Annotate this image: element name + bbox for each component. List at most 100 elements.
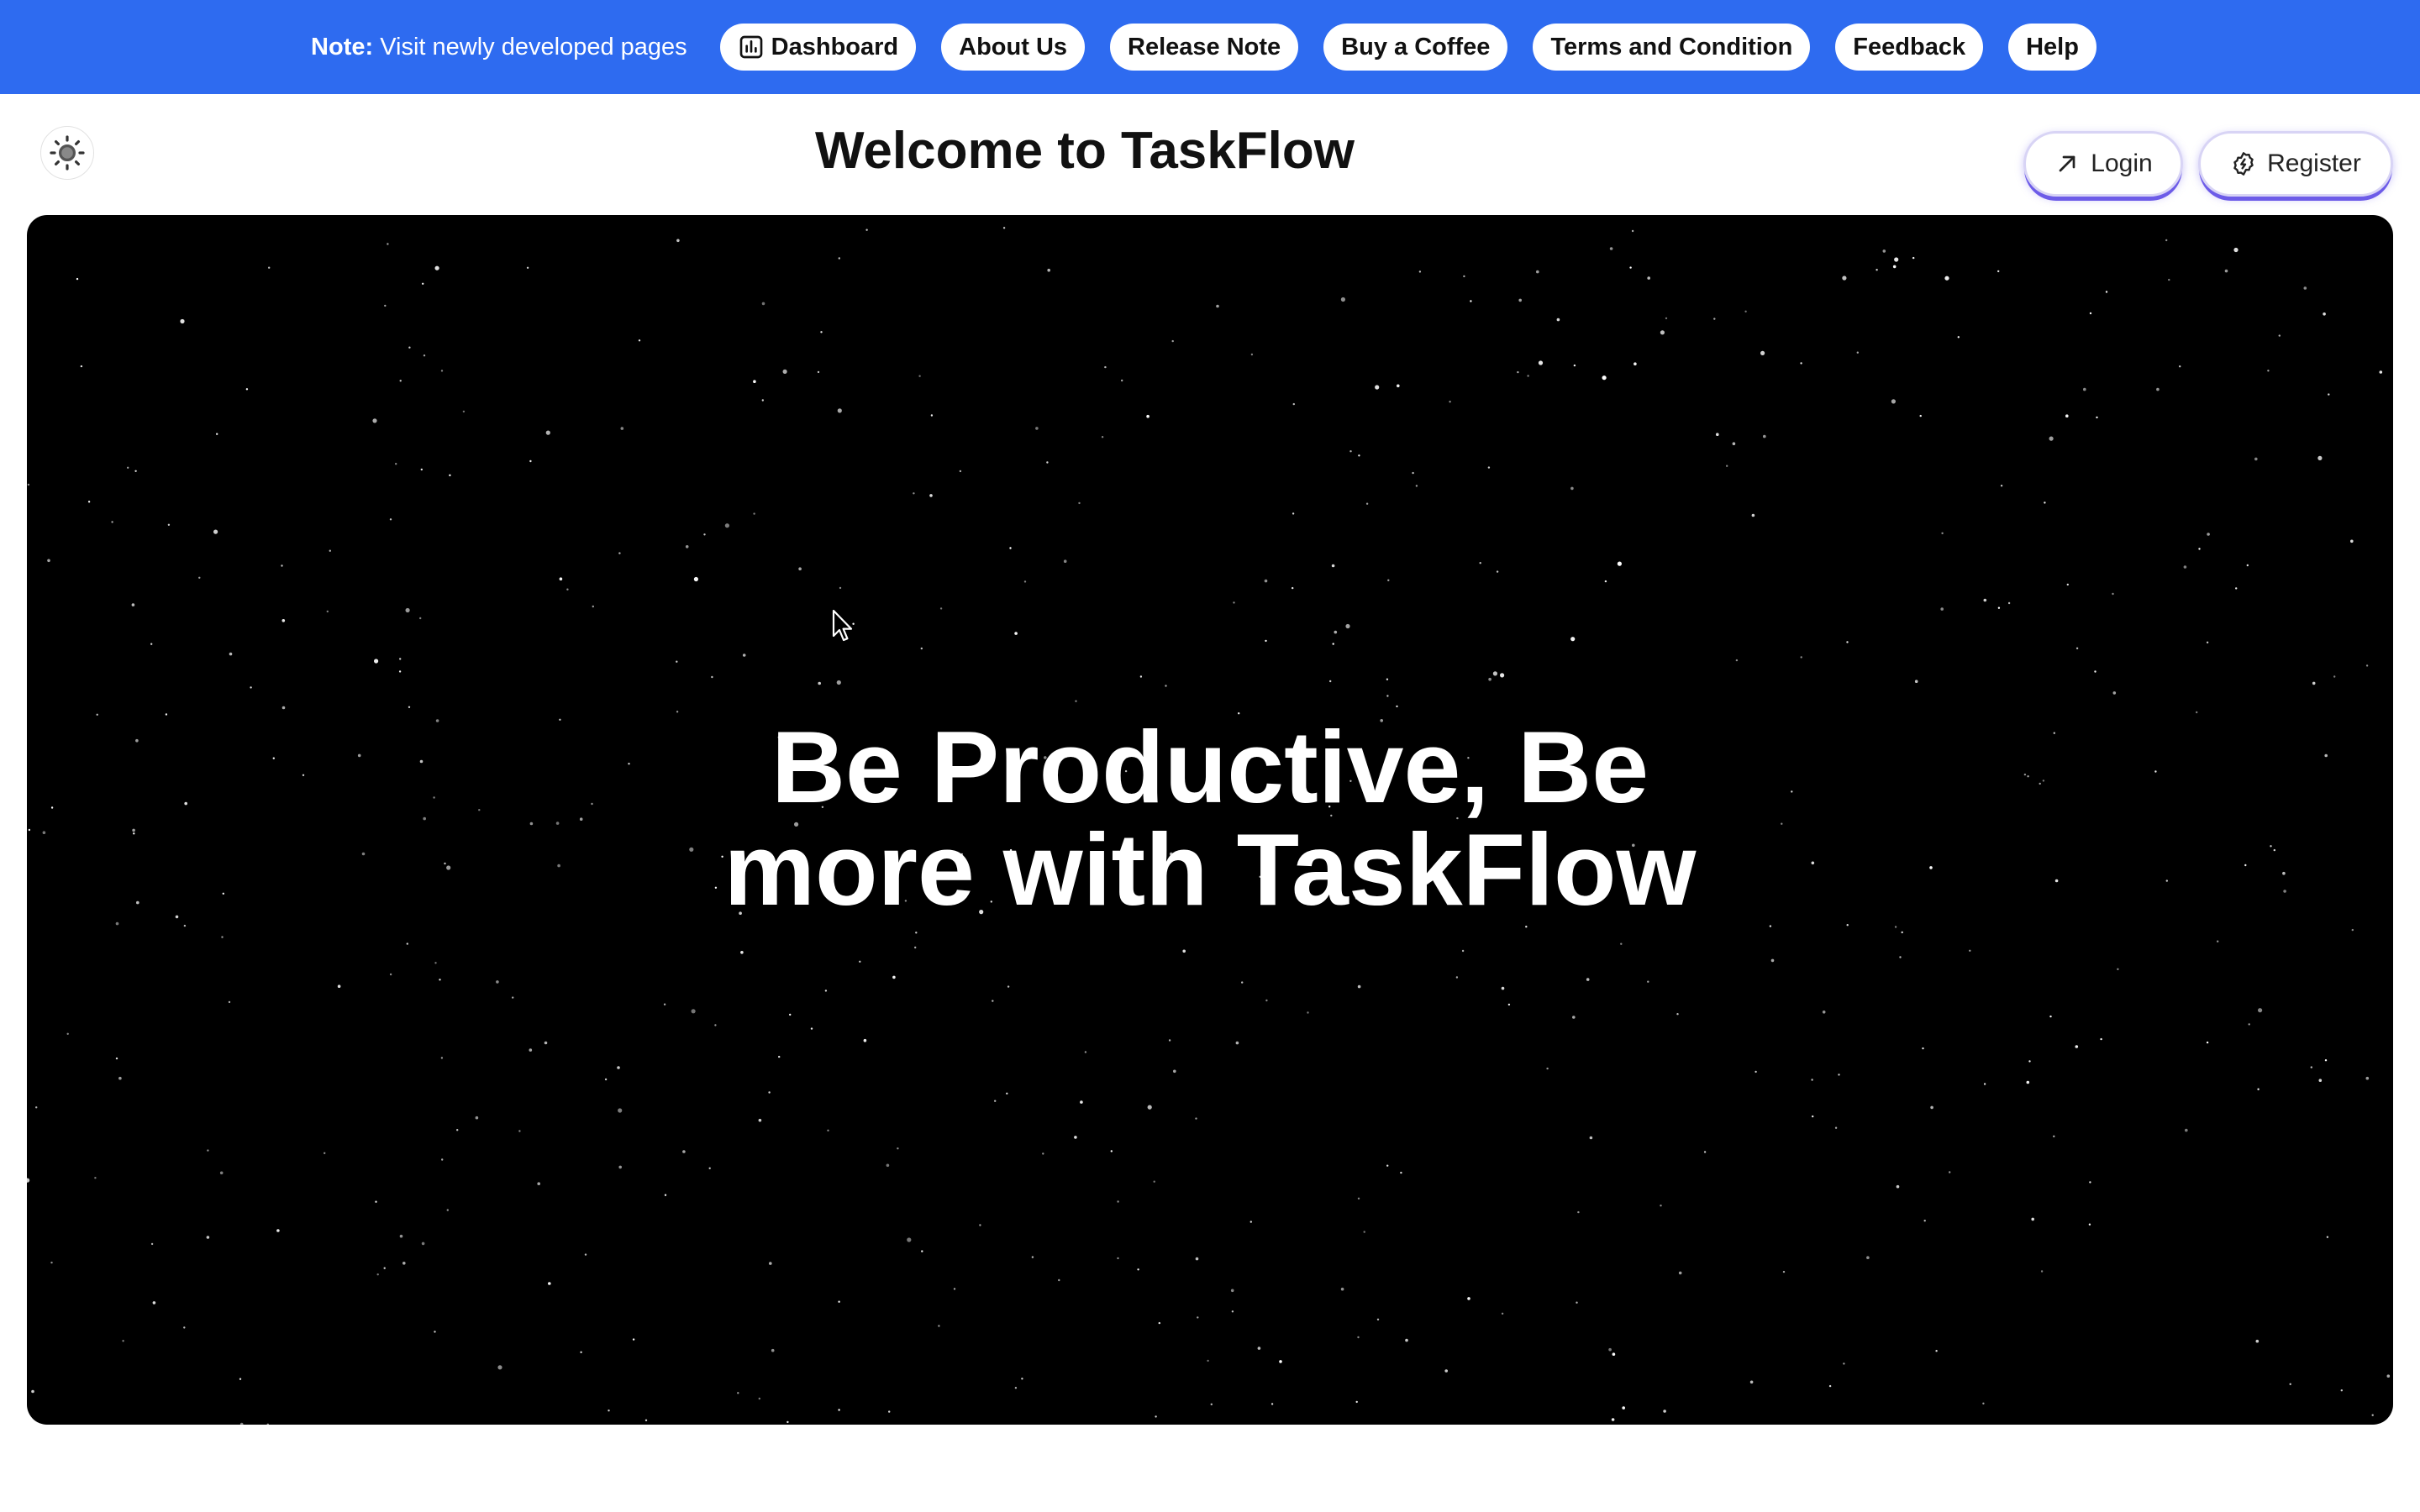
star bbox=[1080, 1100, 1083, 1104]
star bbox=[865, 228, 868, 231]
star bbox=[1182, 949, 1186, 953]
dashboard-link[interactable]: Dashboard bbox=[719, 24, 917, 71]
star bbox=[1412, 471, 1414, 475]
star bbox=[1137, 1268, 1139, 1271]
star bbox=[2165, 239, 2168, 242]
star bbox=[1357, 1197, 1360, 1200]
terms-link[interactable]: Terms and Condition bbox=[1533, 24, 1811, 71]
star bbox=[2267, 370, 2270, 372]
star bbox=[1983, 598, 1987, 602]
star bbox=[1332, 643, 1334, 645]
star bbox=[2075, 1045, 2079, 1048]
register-button[interactable]: Register bbox=[2198, 131, 2393, 197]
star bbox=[2324, 1059, 2328, 1062]
star bbox=[1940, 607, 1944, 611]
star bbox=[228, 1000, 231, 1004]
star bbox=[693, 576, 699, 582]
star bbox=[268, 266, 271, 269]
star bbox=[537, 1182, 540, 1185]
star bbox=[389, 973, 392, 976]
star bbox=[921, 1250, 923, 1252]
star bbox=[206, 1236, 210, 1239]
star bbox=[914, 946, 917, 949]
star bbox=[326, 610, 329, 613]
star bbox=[1912, 256, 1915, 260]
badge-icon bbox=[2233, 152, 2254, 176]
star bbox=[2183, 565, 2187, 569]
star bbox=[1501, 1312, 1504, 1315]
star bbox=[1518, 298, 1522, 302]
release-note-link[interactable]: Release Note bbox=[1110, 24, 1299, 71]
star bbox=[886, 1163, 890, 1168]
star bbox=[1292, 586, 1294, 590]
star bbox=[115, 921, 119, 926]
star bbox=[94, 1177, 97, 1179]
star bbox=[439, 979, 441, 981]
star bbox=[1046, 461, 1049, 464]
star bbox=[584, 1253, 587, 1256]
login-button[interactable]: Login bbox=[2023, 131, 2183, 197]
star bbox=[838, 257, 840, 260]
star bbox=[1949, 1171, 1951, 1173]
star bbox=[818, 681, 821, 685]
star bbox=[1063, 559, 1067, 563]
star bbox=[798, 567, 802, 570]
star bbox=[1264, 579, 1268, 583]
star bbox=[134, 470, 137, 472]
star bbox=[324, 1152, 326, 1155]
star bbox=[2105, 291, 2108, 293]
star bbox=[938, 1325, 940, 1327]
hero-section: Be Productive, Be more with TaskFlow bbox=[27, 215, 2393, 1425]
feedback-link[interactable]: Feedback bbox=[1835, 24, 1984, 71]
star bbox=[1487, 466, 1491, 469]
star bbox=[1455, 976, 1459, 979]
help-link[interactable]: Help bbox=[2008, 24, 2096, 71]
star bbox=[1257, 1347, 1261, 1350]
star bbox=[266, 1423, 269, 1425]
star bbox=[1822, 1011, 1826, 1014]
star bbox=[929, 494, 933, 497]
star bbox=[183, 1326, 186, 1329]
star bbox=[1997, 606, 2001, 609]
star bbox=[383, 1267, 386, 1269]
star bbox=[1265, 639, 1267, 643]
star bbox=[1158, 1321, 1161, 1325]
star bbox=[1031, 1256, 1034, 1258]
star bbox=[1331, 564, 1335, 568]
star bbox=[1716, 433, 1719, 436]
star bbox=[2094, 670, 2096, 673]
star bbox=[1660, 330, 1665, 335]
about-us-link[interactable]: About Us bbox=[941, 24, 1086, 71]
star bbox=[1703, 1151, 1707, 1153]
star bbox=[1405, 1338, 1408, 1342]
star bbox=[1882, 249, 1886, 253]
star bbox=[529, 1048, 533, 1052]
star bbox=[405, 607, 410, 613]
star bbox=[1139, 675, 1143, 678]
star bbox=[817, 370, 820, 374]
star bbox=[638, 339, 641, 342]
star bbox=[1197, 1316, 1199, 1319]
star bbox=[2083, 387, 2086, 391]
star bbox=[1340, 297, 1345, 302]
star bbox=[219, 1171, 224, 1175]
buy-a-coffee-link[interactable]: Buy a Coffee bbox=[1323, 24, 1508, 71]
star bbox=[496, 980, 499, 984]
star bbox=[620, 427, 624, 430]
star bbox=[387, 243, 389, 245]
star bbox=[1470, 300, 1472, 302]
star bbox=[213, 529, 218, 534]
note-message: Visit newly developed pages bbox=[380, 33, 687, 60]
star bbox=[1042, 1152, 1044, 1155]
star bbox=[1171, 339, 1174, 343]
star bbox=[2088, 1223, 2091, 1226]
star bbox=[1676, 1013, 1679, 1016]
star bbox=[2289, 1383, 2291, 1386]
star bbox=[2065, 414, 2069, 417]
star bbox=[434, 265, 439, 270]
star bbox=[2007, 601, 2011, 605]
star bbox=[1117, 1257, 1119, 1260]
star bbox=[1023, 580, 1027, 583]
star bbox=[676, 711, 679, 713]
star bbox=[1763, 434, 1766, 438]
